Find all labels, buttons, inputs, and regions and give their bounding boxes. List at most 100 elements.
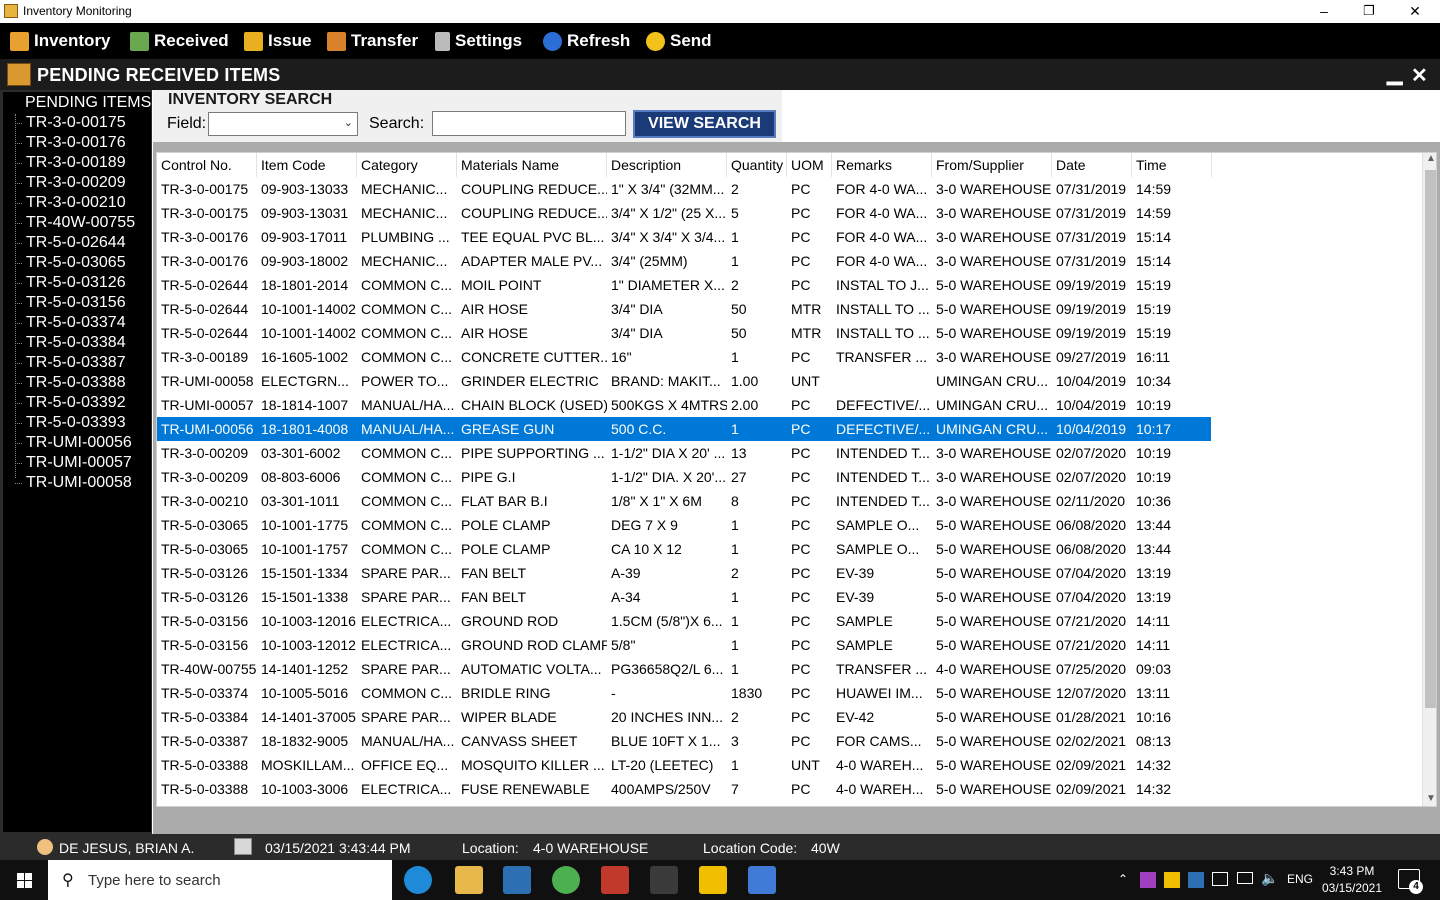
table-row[interactable]: TR-UMI-00058 ELECTGRN... POWER TO... GRINDE… <box>157 369 1211 393</box>
tree-item[interactable]: TR-UMI-00056 <box>15 434 132 452</box>
chevron-down-icon[interactable]: ⌄ <box>344 116 353 129</box>
column-header[interactable]: Category <box>357 153 457 177</box>
table-row[interactable]: TR-40W-00755 14-1401-1252 SPARE PAR... AUTO… <box>157 657 1211 681</box>
edge-browser-icon[interactable] <box>404 866 432 894</box>
tree-item[interactable]: TR-3-0-00209 <box>15 174 126 192</box>
field-select[interactable]: ⌄ <box>208 112 358 136</box>
tree-item[interactable]: TR-40W-00755 <box>14 214 135 232</box>
app-tile-icon[interactable] <box>503 866 531 894</box>
column-header[interactable]: UOM <box>787 153 832 177</box>
tree-root[interactable]: PENDING ITEMS <box>25 94 151 112</box>
table-row[interactable]: TR-5-0-03126 15-1501-1338 SPARE PAR... FAN … <box>157 585 1211 609</box>
notification-icon[interactable]: 4 <box>1398 869 1423 894</box>
table-row[interactable]: TR-3-0-00210 03-301-1011 COMMON C... FLAT B… <box>157 489 1211 513</box>
table-cell: 1" X 3/4" (32MM... <box>611 181 725 197</box>
table-row[interactable]: TR-5-0-03374 10-1005-5016 COMMON C... BRIDL… <box>157 681 1211 705</box>
tree-item[interactable]: TR-UMI-00057 <box>15 454 132 472</box>
table-row[interactable]: TR-3-0-00189 16-1605-1002 COMMON C... CONCR… <box>157 345 1211 369</box>
start-button[interactable] <box>0 860 48 900</box>
table-row[interactable]: TR-5-0-02644 18-1801-2014 COMMON C... MOIL … <box>157 273 1211 297</box>
search-input[interactable] <box>432 111 626 136</box>
table-row[interactable]: TR-5-0-03065 10-1001-1757 COMMON C... POLE … <box>157 537 1211 561</box>
chrome-icon[interactable] <box>552 866 580 894</box>
table-row[interactable]: TR-5-0-02644 10-1001-14002 COMMON C... AIR … <box>157 321 1211 345</box>
pending-items-grid[interactable]: Control No. Item Code Category Materials Na… <box>156 152 1437 807</box>
column-header[interactable]: Date <box>1052 153 1132 177</box>
table-row[interactable]: TR-5-0-03388 10-1003-3006 ELECTRICA... FUSE… <box>157 777 1211 801</box>
tree-item[interactable]: TR-UMI-00058 <box>15 474 132 492</box>
tree-item[interactable]: TR-3-0-00189 <box>15 154 126 172</box>
tree-item[interactable]: TR-3-0-00175 <box>15 114 126 132</box>
menu-settings[interactable]: Settings <box>435 23 522 59</box>
view-search-button[interactable]: VIEW SEARCH <box>633 110 776 138</box>
close-window-button[interactable]: ✕ <box>1392 0 1438 23</box>
table-row[interactable]: TR-5-0-03065 10-1001-1775 COMMON C... POLE … <box>157 513 1211 537</box>
menu-send[interactable]: Send <box>646 23 712 59</box>
column-header[interactable]: Item Code <box>257 153 357 177</box>
column-header[interactable]: Control No. <box>157 153 257 177</box>
tree-item[interactable]: TR-5-0-03388 <box>15 374 126 392</box>
tree-item[interactable]: TR-5-0-02644 <box>15 234 126 252</box>
column-header[interactable]: Quantity <box>727 153 787 177</box>
tree-item[interactable]: TR-5-0-03156 <box>15 294 126 312</box>
tree-item[interactable]: TR-3-0-00176 <box>15 134 126 152</box>
tree-item[interactable]: TR-5-0-03065 <box>15 254 126 272</box>
table-row[interactable]: TR-5-0-03384 14-1401-37005 SPARE PAR... WIP… <box>157 705 1211 729</box>
file-explorer-icon[interactable] <box>455 866 483 894</box>
table-row[interactable]: TR-3-0-00176 09-903-17011 PLUMBING ... TEE … <box>157 225 1211 249</box>
scroll-down-icon[interactable]: ▼ <box>1426 793 1436 804</box>
column-header[interactable]: Time <box>1132 153 1212 177</box>
app-tile-icon[interactable] <box>748 866 776 894</box>
column-header[interactable]: Remarks <box>832 153 932 177</box>
table-row[interactable]: TR-3-0-00176 09-903-18002 MECHANIC... ADAPT… <box>157 249 1211 273</box>
table-row[interactable]: TR-3-0-00209 03-301-6002 COMMON C... PIPE S… <box>157 441 1211 465</box>
scrollbar-thumb[interactable] <box>1425 170 1436 708</box>
chevron-up-icon[interactable]: ⌃ <box>1118 872 1128 886</box>
table-row[interactable]: TR-UMI-00056 18-1801-4008 MANUAL/HA... GREA… <box>157 417 1211 441</box>
form-minimize-button[interactable]: ▁ <box>1387 61 1402 86</box>
table-row[interactable]: TR-3-0-00175 09-903-13031 MECHANIC... COUPL… <box>157 201 1211 225</box>
vertical-scrollbar[interactable]: ▲ ▼ <box>1422 153 1436 806</box>
table-row[interactable]: TR-UMI-00057 18-1814-1007 MANUAL/HA... CHAI… <box>157 393 1211 417</box>
table-row[interactable]: TR-3-0-00175 09-903-13033 MECHANIC... COUPL… <box>157 177 1211 201</box>
tree-item[interactable]: TR-3-0-00210 <box>15 194 126 212</box>
column-header[interactable]: Materials Name <box>457 153 607 177</box>
restore-window-button[interactable]: ❐ <box>1346 0 1392 23</box>
network-icon[interactable] <box>1237 872 1253 884</box>
form-close-button[interactable]: ✕ <box>1411 63 1428 88</box>
tree-item[interactable]: TR-5-0-03384 <box>15 334 126 352</box>
volume-icon[interactable]: 🔈 <box>1261 870 1278 887</box>
language-indicator[interactable]: ENG <box>1287 872 1313 886</box>
menu-transfer[interactable]: Transfer <box>327 23 418 59</box>
pending-items-tree[interactable]: PENDING ITEMS TR-3-0-00175 TR-3-0-00176 … <box>3 92 151 832</box>
tray-app-icon[interactable] <box>1140 872 1156 888</box>
tray-app-icon[interactable] <box>1164 872 1180 888</box>
tree-item[interactable]: TR-5-0-03126 <box>15 274 126 292</box>
menu-issue[interactable]: Issue <box>244 23 311 59</box>
menu-received[interactable]: Received <box>130 23 229 59</box>
taskbar-clock[interactable]: 3:43 PM 03/15/2021 <box>1320 863 1384 897</box>
menu-refresh[interactable]: Refresh <box>543 23 630 59</box>
table-row[interactable]: TR-5-0-03387 18-1832-9005 MANUAL/HA... CANV… <box>157 729 1211 753</box>
inventory-app-taskbar-icon[interactable] <box>650 866 678 894</box>
table-row[interactable]: TR-5-0-03388 MOSKILLAM... OFFICE EQ... MOSQ… <box>157 753 1211 777</box>
minimize-window-button[interactable]: – <box>1301 0 1347 23</box>
taskbar-search-box[interactable]: ⚲ Type here to search <box>48 860 392 900</box>
column-header[interactable]: From/Supplier <box>932 153 1052 177</box>
table-row[interactable]: TR-3-0-00209 08-803-6006 COMMON C... PIPE G… <box>157 465 1211 489</box>
tray-app-icon[interactable] <box>1212 872 1228 886</box>
tree-item[interactable]: TR-5-0-03392 <box>15 394 126 412</box>
scroll-up-icon[interactable]: ▲ <box>1426 153 1436 164</box>
table-row[interactable]: TR-5-0-03156 10-1003-12012 ELECTRICA... GRO… <box>157 633 1211 657</box>
menu-inventory[interactable]: Inventory <box>10 23 111 59</box>
table-row[interactable]: TR-5-0-02644 10-1001-14002 COMMON C... AIR … <box>157 297 1211 321</box>
app-tile-icon[interactable] <box>699 866 727 894</box>
app-tile-icon[interactable] <box>601 866 629 894</box>
tree-item[interactable]: TR-5-0-03393 <box>15 414 126 432</box>
tree-item[interactable]: TR-5-0-03387 <box>15 354 126 372</box>
tray-app-icon[interactable] <box>1188 872 1204 888</box>
table-row[interactable]: TR-5-0-03126 15-1501-1334 SPARE PAR... FAN … <box>157 561 1211 585</box>
tree-item[interactable]: TR-5-0-03374 <box>15 314 126 332</box>
column-header[interactable]: Description <box>607 153 727 177</box>
table-row[interactable]: TR-5-0-03156 10-1003-12016 ELECTRICA... GRO… <box>157 609 1211 633</box>
